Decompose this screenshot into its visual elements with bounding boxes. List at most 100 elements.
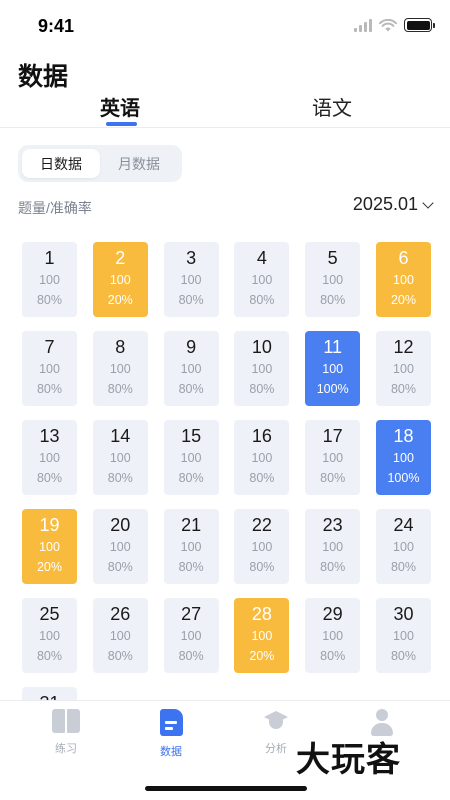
subject-tabs: 英语 语文: [0, 88, 450, 128]
accuracy-rate: 20%: [249, 649, 275, 663]
active-tab-indicator: [106, 122, 137, 126]
day-number: 1: [44, 248, 55, 268]
question-count: 100: [180, 362, 202, 376]
calendar-day-cell[interactable]: 5 100 80%: [305, 242, 361, 317]
calendar-day-cell[interactable]: 7 100 80%: [22, 331, 77, 406]
tab-data[interactable]: 数据: [141, 709, 201, 759]
question-count: 100: [109, 629, 131, 643]
question-count: 100: [180, 273, 202, 287]
daily-data-button[interactable]: 日数据: [22, 149, 100, 178]
calendar-day-cell[interactable]: 21 100 80%: [163, 509, 219, 584]
day-number: 28: [251, 604, 272, 624]
calendar-day-cell[interactable]: 25 100 80%: [22, 598, 77, 673]
calendar-day-cell[interactable]: 10 100 80%: [234, 331, 290, 406]
question-count: 100: [180, 540, 202, 554]
calendar-day-cell[interactable]: 9 100 80%: [163, 331, 219, 406]
calendar-day-cell[interactable]: 22 100 80%: [234, 509, 290, 584]
calendar-day-cell[interactable]: 23 100 80%: [305, 509, 361, 584]
calendar-day-cell[interactable]: 6 100 20%: [375, 242, 431, 317]
calendar-day-cell[interactable]: 19 100 20%: [22, 509, 77, 584]
status-icons: [354, 18, 435, 32]
accuracy-rate: 80%: [178, 293, 204, 307]
accuracy-rate: 20%: [107, 293, 133, 307]
tab-chinese[interactable]: 语文: [312, 92, 352, 121]
day-number: 12: [393, 337, 414, 357]
status-time: 9:41: [38, 16, 75, 36]
question-count: 100: [322, 451, 344, 465]
day-number: 4: [256, 248, 267, 268]
accuracy-rate: 80%: [249, 382, 275, 396]
question-count: 100: [322, 362, 344, 376]
accuracy-rate: 80%: [249, 293, 275, 307]
day-number: 24: [393, 515, 414, 535]
accuracy-rate: 80%: [320, 560, 346, 574]
calendar-day-cell[interactable]: 17 100 80%: [305, 420, 361, 495]
day-number: 15: [181, 426, 202, 446]
home-indicator: [145, 786, 307, 791]
question-count: 100: [322, 540, 344, 554]
calendar-day-cell[interactable]: 27 100 80%: [163, 598, 219, 673]
question-count: 100: [39, 540, 60, 554]
day-number: 7: [44, 337, 55, 357]
calendar-day-cell[interactable]: 18 100 100%: [375, 420, 431, 495]
accuracy-rate: 80%: [249, 560, 275, 574]
day-number: 16: [251, 426, 272, 446]
calendar-day-cell[interactable]: 30 100 80%: [375, 598, 431, 673]
accuracy-rate: 80%: [390, 560, 416, 574]
chevron-down-icon: [422, 196, 434, 209]
calendar-day-cell[interactable]: 14 100 80%: [92, 420, 148, 495]
tab-english[interactable]: 英语: [100, 92, 140, 121]
day-number: 3: [186, 248, 197, 268]
day-number: 30: [393, 604, 414, 624]
calendar-day-cell[interactable]: 8 100 80%: [92, 331, 148, 406]
day-number: 9: [186, 337, 197, 357]
tab-analysis-label: 分析: [265, 743, 287, 755]
day-number: 18: [393, 426, 414, 446]
day-number: 22: [251, 515, 272, 535]
question-count: 100: [393, 540, 414, 554]
day-number: 17: [322, 426, 343, 446]
question-count: 100: [109, 451, 131, 465]
period-toggle: 日数据 月数据: [18, 145, 182, 182]
wifi-icon: [379, 18, 397, 31]
calendar-day-cell[interactable]: 3 100 80%: [163, 242, 219, 317]
question-count: 100: [251, 629, 273, 643]
tab-data-label: 数据: [160, 746, 182, 758]
calendar-day-cell[interactable]: 20 100 80%: [92, 509, 148, 584]
question-count: 100: [393, 273, 414, 287]
calendar-day-cell[interactable]: 28 100 20%: [234, 598, 290, 673]
question-count: 100: [251, 362, 273, 376]
cellular-signal-icon: [354, 18, 372, 32]
calendar-day-cell[interactable]: 2 100 20%: [92, 242, 148, 317]
calendar-day-cell[interactable]: 12 100 80%: [375, 331, 431, 406]
calendar-day-cell[interactable]: 15 100 80%: [163, 420, 219, 495]
tab-practice[interactable]: 练习: [36, 709, 96, 756]
monthly-data-button[interactable]: 月数据: [100, 149, 178, 178]
calendar-day-cell[interactable]: 11 100 100%: [305, 331, 361, 406]
tab-practice-label: 练习: [55, 743, 77, 755]
calendar-day-cell[interactable]: 4 100 80%: [234, 242, 290, 317]
calendar-day-cell[interactable]: 26 100 80%: [92, 598, 148, 673]
question-count: 100: [39, 273, 60, 287]
question-count: 100: [322, 629, 344, 643]
day-number: 20: [110, 515, 131, 535]
accuracy-rate: 80%: [36, 649, 63, 663]
calendar-day-cell[interactable]: 16 100 80%: [234, 420, 290, 495]
question-count: 100: [393, 629, 414, 643]
accuracy-rate: 80%: [107, 649, 133, 663]
day-number: 21: [181, 515, 202, 535]
question-count: 100: [180, 451, 202, 465]
day-number: 6: [398, 248, 409, 268]
calendar-day-cell[interactable]: 1 100 80%: [22, 242, 77, 317]
battery-icon: [404, 18, 435, 32]
accuracy-rate: 80%: [107, 382, 133, 396]
document-icon: [159, 709, 183, 736]
accuracy-rate: 80%: [178, 649, 204, 663]
day-number: 5: [327, 248, 338, 268]
day-number: 25: [39, 604, 60, 624]
calendar-day-cell[interactable]: 24 100 80%: [375, 509, 431, 584]
accuracy-rate: 80%: [390, 382, 416, 396]
calendar-day-cell[interactable]: 13 100 80%: [22, 420, 77, 495]
month-picker[interactable]: 2025.01: [353, 194, 434, 215]
calendar-day-cell[interactable]: 29 100 80%: [305, 598, 361, 673]
